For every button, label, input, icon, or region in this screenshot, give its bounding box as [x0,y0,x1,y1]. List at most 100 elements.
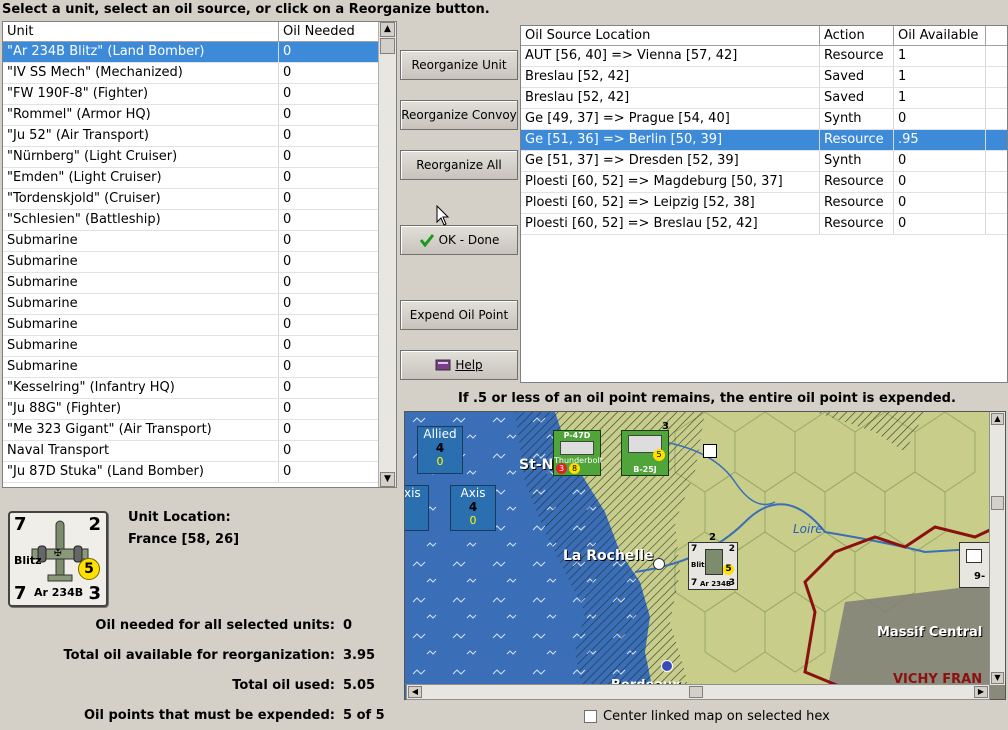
reorganize-convoy-button[interactable]: Reorganize Convoy [400,100,518,130]
oil-source-location-cell: AUT [56, 40] => Vienna [57, 42] [521,46,820,66]
allied-box-top-value: 4 [435,441,445,455]
checkmark-icon [419,234,434,247]
oil-source-row[interactable]: Breslau [52, 42] Saved 1 [521,88,1007,109]
unit-table-row[interactable]: Submarine 0 [3,336,396,357]
map-unit-p47[interactable]: P-47D Thunderbolt 3 8 [553,430,603,476]
column-header-unit[interactable]: Unit [3,22,279,41]
unit-table-row[interactable]: "Ar 234B Blitz" (Land Bomber) 0 [3,42,396,63]
unit-rows: "Ar 234B Blitz" (Land Bomber) 0 "IV SS Mec… [3,42,396,483]
unit-table-row[interactable]: "Schlesien" (Battleship) 0 [3,210,396,231]
unit-table-row[interactable]: "Kesselring" (Infantry HQ) 0 [3,378,396,399]
oil-source-row[interactable]: Ploesti [60, 52] => Leipzig [52, 38] Reso… [521,193,1007,214]
unit-oil-needed-cell: 0 [279,105,379,125]
scroll-down-arrow[interactable]: ▼ [380,472,395,487]
unit-table-row[interactable]: "Rommel" (Armor HQ) 0 [3,105,396,126]
center-linked-map-checkbox[interactable] [584,710,597,723]
unit-table-row[interactable]: "Tordenskjold" (Cruiser) 0 [3,189,396,210]
unit-table-row[interactable]: "Me 323 Gigant" (Air Transport) 0 [3,420,396,441]
unit-table-row[interactable]: "Ju 87D Stuka" (Land Bomber) 0 [3,462,396,483]
map-unit-ar234[interactable]: 7 2 Blitz 5 7 Ar 234B 3 2 [688,532,738,590]
unit-table-row[interactable]: Submarine 0 [3,231,396,252]
unit-table-scrollbar[interactable]: ▲ ▼ [378,22,396,487]
oil-source-row[interactable]: Ge [51, 36] => Berlin [50, 39] Resource .9… [521,130,1007,151]
unit-name-cell: Submarine [3,231,279,251]
unit-table-row[interactable]: Submarine 0 [3,294,396,315]
map-label-massif-central: Massif Central [877,625,983,640]
oil-source-row[interactable]: Breslau [52, 42] Saved 1 [521,67,1007,88]
book-icon [435,359,451,371]
unit-table-row[interactable]: "FW 190F-8" (Fighter) 0 [3,84,396,105]
unit-table-row[interactable]: Submarine 0 [3,315,396,336]
oil-source-row[interactable]: Ploesti [60, 52] => Breslau [52, 42] Reso… [521,214,1007,235]
map-unit-b25[interactable]: B-25J 5 3 [621,421,669,476]
scroll-thumb[interactable] [380,38,395,54]
map-vertical-scrollbar[interactable]: ▲ ▼ [989,412,1005,685]
oil-source-row[interactable]: Ploesti [60, 52] => Magdeburg [50, 37] Re… [521,172,1007,193]
oil-source-row[interactable]: Ge [49, 37] => Prague [54, 40] Synth 0 [521,109,1007,130]
unit-oil-needed-cell: 0 [279,126,379,146]
b25-name: B-25J [633,465,657,474]
linked-map[interactable]: Allied 4 0 xis Axis 4 0 St-N La Rochelle… [404,411,1006,700]
map-scroll-left-arrow[interactable]: ◀ [408,686,422,698]
column-header-action[interactable]: Action [820,26,894,45]
unit-table-row[interactable]: Submarine 0 [3,273,396,294]
map-ar234-circle: 5 [723,564,734,575]
oil-action-cell: Resource [820,130,894,150]
oil-source-row[interactable]: AUT [56, 40] => Vienna [57, 42] Resource 1 [521,46,1007,67]
instruction-text: Select a unit, select an oil source, or … [2,2,490,17]
center-linked-map-option[interactable]: Center linked map on selected hex [584,709,830,724]
unit-table-row[interactable]: "Ju 88G" (Fighter) 0 [3,399,396,420]
unit-oil-needed-cell: 0 [279,42,379,62]
map-ar234-stack-count: 2 [709,532,716,543]
unit-table[interactable]: Unit Oil Needed "Ar 234B Blitz" (Land Bo… [2,21,397,488]
unit-table-row[interactable]: Submarine 0 [3,357,396,378]
unit-table-row[interactable]: "Nürnberg" (Light Cruiser) 0 [3,147,396,168]
reorganize-all-button[interactable]: Reorganize All [400,150,518,180]
unit-table-row[interactable]: "Emden" (Light Cruiser) 0 [3,168,396,189]
map-horizontal-scrollbar[interactable]: ◀ ▶ [406,684,990,700]
map-vscroll-thumb[interactable] [991,496,1004,510]
b25-stack-count: 3 [662,421,669,432]
unit-oil-needed-cell: 0 [279,189,379,209]
stat-oil-points-expended-label: Oil points that must be expended: [83,708,335,723]
stat-oil-needed-value: 0 [343,618,353,633]
unit-counter[interactable]: 7 2 ✠ Blitz 5 7 Ar 234B 3 [8,511,108,607]
unit-oil-needed-cell: 0 [279,441,379,461]
unit-name-cell: Submarine [3,252,279,272]
unit-name-cell: "Me 323 Gigant" (Air Transport) [3,420,279,440]
unit-table-row[interactable]: "IV SS Mech" (Mechanized) 0 [3,63,396,84]
oil-action-cell: Resource [820,172,894,192]
ok-done-label: OK - Done [438,233,500,247]
oil-source-location-cell: Breslau [52, 42] [521,88,820,108]
unit-table-row[interactable]: Submarine 0 [3,252,396,273]
allied-supply-box[interactable]: Allied 4 0 [417,426,463,474]
map-scroll-down-arrow[interactable]: ▼ [991,672,1004,684]
counter-bottom-right-value: 3 [88,583,101,604]
stat-oil-points-expended-value: 5 of 5 [343,708,385,723]
unit-table-row[interactable]: "Ju 52" (Air Transport) 0 [3,126,396,147]
counter-top-right-value: 2 [88,514,101,535]
partial-supply-box[interactable]: xis [405,485,429,531]
unit-table-row[interactable]: Naval Transport 0 [3,441,396,462]
map-scroll-right-arrow[interactable]: ▶ [974,686,988,698]
map-scroll-up-arrow[interactable]: ▲ [991,413,1004,425]
oil-source-table[interactable]: Oil Source Location Action Oil Available… [520,25,1008,383]
unit-oil-needed-cell: 0 [279,315,379,335]
unit-oil-needed-cell: 0 [279,252,379,272]
column-header-oil-needed[interactable]: Oil Needed [279,22,379,41]
fighter-plane-icon [560,441,594,455]
unit-name-cell: Submarine [3,273,279,293]
ok-done-button[interactable]: OK - Done [400,225,518,255]
help-button[interactable]: Help [400,350,518,380]
oil-action-cell: Saved [820,88,894,108]
p47-name: P-47D [563,431,591,440]
scroll-up-arrow[interactable]: ▲ [380,22,395,37]
axis-supply-box[interactable]: Axis 4 0 [450,485,496,531]
oil-source-location-cell: Ploesti [60, 52] => Breslau [52, 42] [521,214,820,234]
map-hscroll-thumb[interactable] [689,686,703,698]
column-header-oil-source-location[interactable]: Oil Source Location [521,26,820,45]
column-header-oil-available[interactable]: Oil Available [894,26,986,45]
expend-oil-point-button[interactable]: Expend Oil Point [400,300,518,330]
oil-source-row[interactable]: Ge [51, 37] => Dresden [52, 39] Synth 0 [521,151,1007,172]
reorganize-unit-button[interactable]: Reorganize Unit [400,50,518,80]
